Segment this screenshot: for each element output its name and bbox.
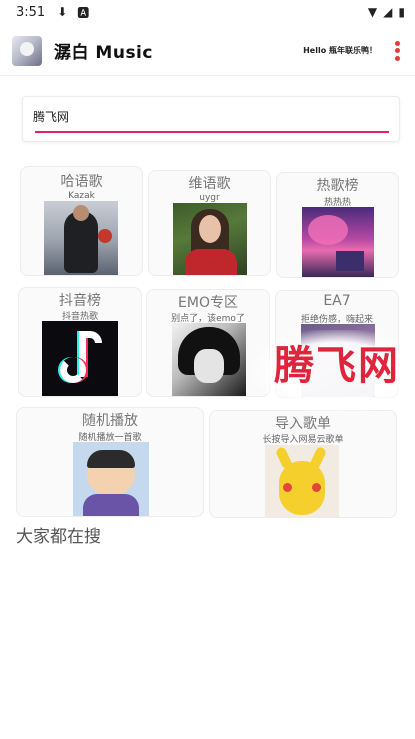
section-heading: 大家都在搜: [16, 527, 101, 547]
category-card-uygr[interactable]: 维语歌 uygr: [148, 170, 271, 276]
search-underline: [35, 131, 389, 133]
category-title: 维语歌: [188, 176, 231, 192]
category-card-douyin[interactable]: 抖音榜 抖音热歌: [18, 287, 142, 397]
category-title: EMO专区: [178, 295, 238, 311]
category-title: 导入歌单: [275, 416, 331, 432]
album-cover: [301, 324, 375, 397]
category-subtitle: Kazak: [68, 191, 95, 201]
category-card-ea7[interactable]: EA7 拒绝伤感，嗨起来: [275, 290, 399, 398]
category-card-random[interactable]: 随机播放 随机播放一首歌: [16, 407, 204, 517]
album-cover: [173, 203, 247, 275]
battery-icon: ▮: [398, 5, 405, 19]
status-bar: 3:51 ⬇ 🅰 ▼ ◢ ▮: [0, 0, 415, 24]
category-title: 热歌榜: [316, 178, 359, 194]
album-cover: [44, 201, 118, 275]
more-vertical-icon[interactable]: [395, 40, 401, 61]
app-bar: 潺白 Music Hello 瓶年联乐鸭！: [0, 26, 415, 76]
album-cover: [42, 321, 118, 396]
category-subtitle: 长按导入网易云歌单: [262, 435, 344, 445]
category-title: 哈语歌: [60, 174, 103, 190]
album-cover: [73, 442, 149, 516]
category-card-import[interactable]: 导入歌单 长按导入网易云歌单: [209, 410, 397, 518]
category-card-hot[interactable]: 热歌榜 热热热: [276, 172, 399, 278]
search-card: [22, 96, 400, 142]
album-cover: [302, 207, 374, 277]
category-title: 随机播放: [82, 413, 138, 429]
signal-icon: ◢: [383, 5, 393, 19]
wifi-icon: ▼: [367, 5, 378, 19]
album-cover: [265, 445, 339, 517]
category-subtitle: uygr: [199, 193, 220, 203]
a-icon: 🅰: [77, 5, 90, 20]
album-cover: [172, 323, 246, 396]
category-card-kazak[interactable]: 哈语歌 Kazak: [20, 166, 143, 276]
status-time: 3:51: [16, 4, 46, 20]
category-title: 抖音榜: [59, 293, 101, 309]
search-input[interactable]: [33, 105, 389, 127]
download-icon: ⬇: [57, 5, 68, 19]
category-title: EA7: [323, 293, 351, 309]
avatar[interactable]: [12, 35, 42, 66]
category-card-emo[interactable]: EMO专区 别点了，该emo了: [146, 289, 270, 397]
status-right-icons: ▼ ◢ ▮: [368, 5, 405, 19]
greeting-text: Hello 瓶年联乐鸭！: [303, 46, 377, 55]
app-title: 潺白 Music: [54, 43, 153, 63]
